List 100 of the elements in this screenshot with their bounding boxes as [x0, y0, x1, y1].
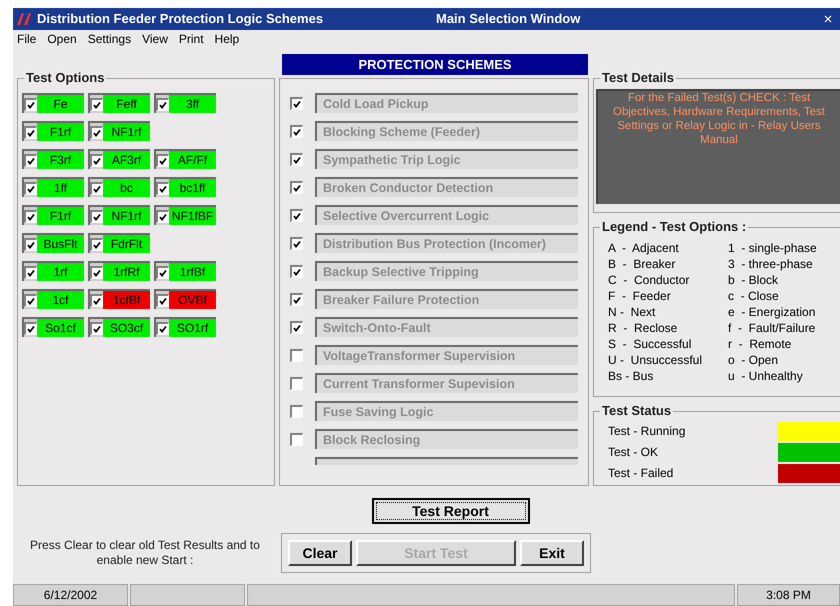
check-icon	[293, 156, 301, 164]
legend-entry: B - Breaker	[608, 256, 676, 272]
test-report-button[interactable]: Test Report	[372, 498, 530, 524]
checkbox[interactable]	[90, 210, 103, 222]
menu-item[interactable]: File	[17, 30, 36, 48]
checkbox[interactable]	[156, 182, 169, 194]
legend-entry: C - Conductor	[608, 272, 690, 288]
check-icon	[293, 128, 301, 136]
legend-entry: c - Close	[728, 288, 779, 304]
close-button[interactable]: ×	[820, 12, 836, 26]
checkbox[interactable]	[90, 294, 103, 306]
checkbox[interactable]	[90, 98, 103, 110]
test-option-label: Feff	[103, 95, 150, 113]
checkbox[interactable]	[90, 266, 103, 278]
test-option-label: 1cfBf	[103, 291, 150, 309]
check-icon	[293, 184, 301, 192]
checkbox[interactable]	[90, 126, 103, 138]
scheme-field: Distribution Bus Protection (Incomer)	[315, 233, 578, 253]
check-icon	[27, 128, 35, 136]
legend-entry: R - Reclose	[608, 320, 678, 336]
window-title: Distribution Feeder Protection Logic Schemes	[37, 10, 324, 28]
checkbox[interactable]	[290, 432, 303, 446]
checkbox[interactable]	[290, 376, 303, 390]
menu-item[interactable]: Help	[214, 30, 240, 48]
check-icon	[93, 324, 101, 332]
checkbox[interactable]	[290, 152, 303, 166]
checkbox[interactable]	[290, 96, 303, 110]
checkbox[interactable]	[90, 238, 103, 250]
check-icon	[159, 296, 167, 304]
action-button[interactable]: Exit	[520, 540, 584, 566]
legend-entry: 3 - three-phase	[728, 256, 813, 272]
section-header: PROTECTION SCHEMES	[282, 54, 588, 75]
checkbox[interactable]	[290, 236, 303, 250]
action-button[interactable]: Clear	[288, 540, 352, 566]
menu-item[interactable]: Open	[47, 30, 77, 48]
check-icon	[93, 100, 101, 108]
legend-entry: A - Adjacent	[608, 240, 680, 256]
legend-entry: F - Feeder	[608, 288, 672, 304]
checkbox[interactable]	[90, 154, 103, 166]
test-option-label: F3rf	[37, 151, 84, 169]
check-icon	[293, 268, 301, 276]
checkbox[interactable]	[24, 238, 37, 250]
checkbox[interactable]	[156, 294, 169, 306]
scheme-field: Backup Selective Tripping	[315, 261, 578, 281]
menu-item[interactable]: View	[142, 30, 168, 48]
check-icon	[293, 296, 301, 304]
checkbox[interactable]	[290, 208, 303, 222]
checkbox[interactable]	[24, 210, 37, 222]
check-icon	[27, 268, 35, 276]
status-time: 3:08 PM	[737, 584, 840, 606]
checkbox[interactable]	[290, 320, 303, 334]
check-icon	[93, 184, 101, 192]
test-option-label: FdrFlt	[103, 235, 150, 253]
hint-text: Press Clear to clear old Test Results and to enable new Start :	[29, 538, 261, 568]
checkbox[interactable]	[290, 124, 303, 138]
checkbox[interactable]	[156, 98, 169, 110]
checkbox[interactable]	[156, 266, 169, 278]
check-icon	[93, 128, 101, 136]
legend-entry: o - Open	[728, 352, 778, 368]
checkbox[interactable]	[290, 180, 303, 194]
check-icon	[27, 100, 35, 108]
legend-entry: S - Successful	[608, 336, 692, 352]
checkbox[interactable]	[156, 210, 169, 222]
checkbox[interactable]	[290, 348, 303, 362]
checkbox[interactable]	[24, 266, 37, 278]
checkbox[interactable]	[24, 98, 37, 110]
checkbox[interactable]	[24, 182, 37, 194]
check-icon	[159, 268, 167, 276]
checkbox[interactable]	[24, 126, 37, 138]
status-date: 6/12/2002	[13, 584, 128, 606]
test-option-label: bc	[103, 179, 150, 197]
check-icon	[293, 324, 301, 332]
checkbox[interactable]	[290, 292, 303, 306]
checkbox[interactable]	[156, 154, 169, 166]
checkbox[interactable]	[24, 154, 37, 166]
checkbox[interactable]	[90, 322, 103, 334]
check-icon	[93, 156, 101, 164]
checkbox[interactable]	[290, 264, 303, 278]
test-option-label: AF3rf	[103, 151, 150, 169]
checkbox[interactable]	[290, 404, 303, 418]
checkbox[interactable]	[24, 322, 37, 334]
checkbox[interactable]	[156, 322, 169, 334]
checkbox[interactable]	[90, 182, 103, 194]
test-option-label: 3ff	[169, 95, 216, 113]
test-option-label: Fe	[37, 95, 84, 113]
legend-entry: N - Next	[608, 304, 656, 320]
status-label: Test - Failed	[608, 465, 674, 482]
scheme-field: Fuse Saving Logic	[315, 401, 578, 421]
check-icon	[93, 212, 101, 220]
scheme-field: VoltageTransformer Supervision	[315, 345, 578, 365]
check-icon	[27, 324, 35, 332]
test-option-label: AF/Ff	[169, 151, 216, 169]
test-option-label: 1ff	[37, 179, 84, 197]
test-option-label: 1cf	[37, 291, 84, 309]
menu-item[interactable]: Settings	[88, 30, 132, 48]
test-option-label: 1rfBf	[169, 263, 216, 281]
legend-entry: r - Remote	[728, 336, 792, 352]
scheme-field: Cold Load Pickup	[315, 93, 578, 113]
menu-item[interactable]: Print	[178, 30, 204, 48]
checkbox[interactable]	[24, 294, 37, 306]
